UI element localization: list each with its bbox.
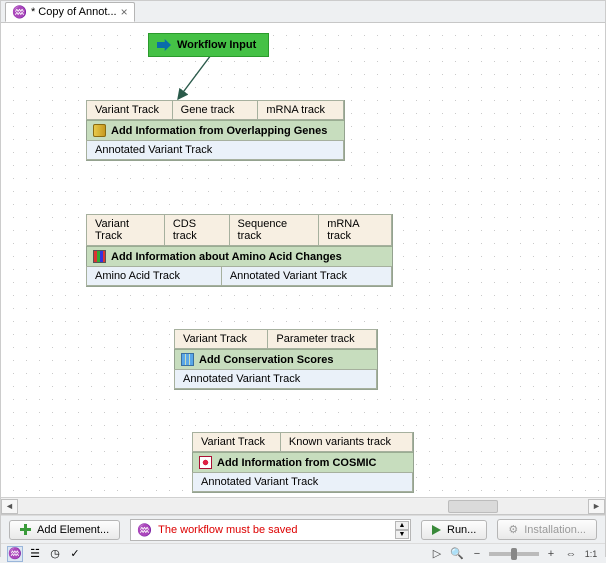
- conservation-icon: [181, 353, 194, 366]
- zoom-actual-icon[interactable]: 1:1: [583, 546, 599, 562]
- installation-button[interactable]: ⚙ Installation...: [497, 519, 597, 540]
- plus-icon: [20, 524, 31, 535]
- workflow-canvas[interactable]: Workflow Input Variant Track Gene track …: [1, 23, 605, 515]
- workflow-input-node[interactable]: Workflow Input: [148, 33, 269, 57]
- node-cosmic[interactable]: Variant Track Known variants track Add I…: [192, 432, 414, 493]
- input-port[interactable]: Known variants track: [280, 432, 413, 452]
- node-title[interactable]: Add Information about Amino Acid Changes: [87, 246, 392, 267]
- node-title[interactable]: Add Information from Overlapping Genes: [87, 120, 344, 141]
- node-conservation-scores[interactable]: Variant Track Parameter track Add Conser…: [174, 329, 378, 390]
- input-port[interactable]: Variant Track: [86, 100, 173, 120]
- cosmic-icon: [199, 456, 212, 469]
- output-port[interactable]: Annotated Variant Track: [86, 140, 344, 160]
- message-down-button[interactable]: ▼: [395, 530, 409, 539]
- view-list-icon[interactable]: ☱: [27, 546, 43, 562]
- zoom-slider-thumb[interactable]: [511, 548, 517, 560]
- node-title[interactable]: Add Conservation Scores: [175, 349, 377, 370]
- view-validate-icon[interactable]: ✓: [67, 546, 83, 562]
- input-arrow-icon: [157, 39, 171, 51]
- gene-icon: [93, 124, 106, 137]
- input-port[interactable]: mRNA track: [257, 100, 344, 120]
- horizontal-scrollbar[interactable]: ◄ ►: [1, 497, 605, 514]
- tab-title: * Copy of Annot...: [31, 6, 117, 18]
- fit-width-icon[interactable]: ⇔: [563, 546, 579, 562]
- zoom-minus-icon[interactable]: −: [469, 546, 485, 562]
- scroll-track[interactable]: [18, 499, 588, 514]
- zoom-slider[interactable]: [489, 552, 539, 556]
- output-port[interactable]: Annotated Variant Track: [192, 472, 413, 492]
- status-message-box: ♒ The workflow must be saved ▲ ▼: [130, 519, 411, 541]
- output-port[interactable]: Annotated Variant Track: [174, 369, 377, 389]
- add-element-button[interactable]: Add Element...: [9, 520, 120, 540]
- zoom-plus-icon[interactable]: +: [543, 546, 559, 562]
- workflow-icon: ♒: [12, 5, 27, 19]
- node-amino-acid-changes[interactable]: Variant Track CDS track Sequence track m…: [86, 214, 393, 287]
- output-port[interactable]: Amino Acid Track: [86, 266, 222, 286]
- play-icon: [432, 525, 441, 535]
- zoom-in-icon[interactable]: 🔍: [449, 546, 465, 562]
- input-port[interactable]: Variant Track: [192, 432, 281, 452]
- scroll-right-button[interactable]: ►: [588, 499, 605, 514]
- scroll-left-button[interactable]: ◄: [1, 499, 18, 514]
- document-tab[interactable]: ♒ * Copy of Annot... ×: [5, 2, 135, 22]
- input-port[interactable]: CDS track: [164, 214, 230, 246]
- install-icon: ⚙: [508, 523, 518, 536]
- input-port[interactable]: mRNA track: [318, 214, 392, 246]
- pointer-tool-icon[interactable]: ▷: [429, 546, 445, 562]
- input-port[interactable]: Gene track: [172, 100, 259, 120]
- close-icon[interactable]: ×: [121, 5, 128, 19]
- output-port[interactable]: Annotated Variant Track: [221, 266, 392, 286]
- input-port[interactable]: Variant Track: [174, 329, 268, 349]
- input-port[interactable]: Variant Track: [86, 214, 165, 246]
- run-button[interactable]: Run...: [421, 520, 487, 540]
- node-overlapping-genes[interactable]: Variant Track Gene track mRNA track Add …: [86, 100, 345, 161]
- amino-acid-icon: [93, 250, 106, 263]
- input-port[interactable]: Sequence track: [229, 214, 320, 246]
- status-message: The workflow must be saved: [158, 524, 297, 536]
- scroll-thumb[interactable]: [448, 500, 498, 513]
- input-node-label: Workflow Input: [177, 39, 256, 51]
- workflow-icon: ♒: [137, 523, 152, 537]
- view-history-icon[interactable]: ◷: [47, 546, 63, 562]
- message-up-button[interactable]: ▲: [395, 521, 409, 530]
- node-title[interactable]: Add Information from COSMIC: [193, 452, 413, 473]
- input-port[interactable]: Parameter track: [267, 329, 377, 349]
- view-workflow-icon[interactable]: ♒: [7, 546, 23, 562]
